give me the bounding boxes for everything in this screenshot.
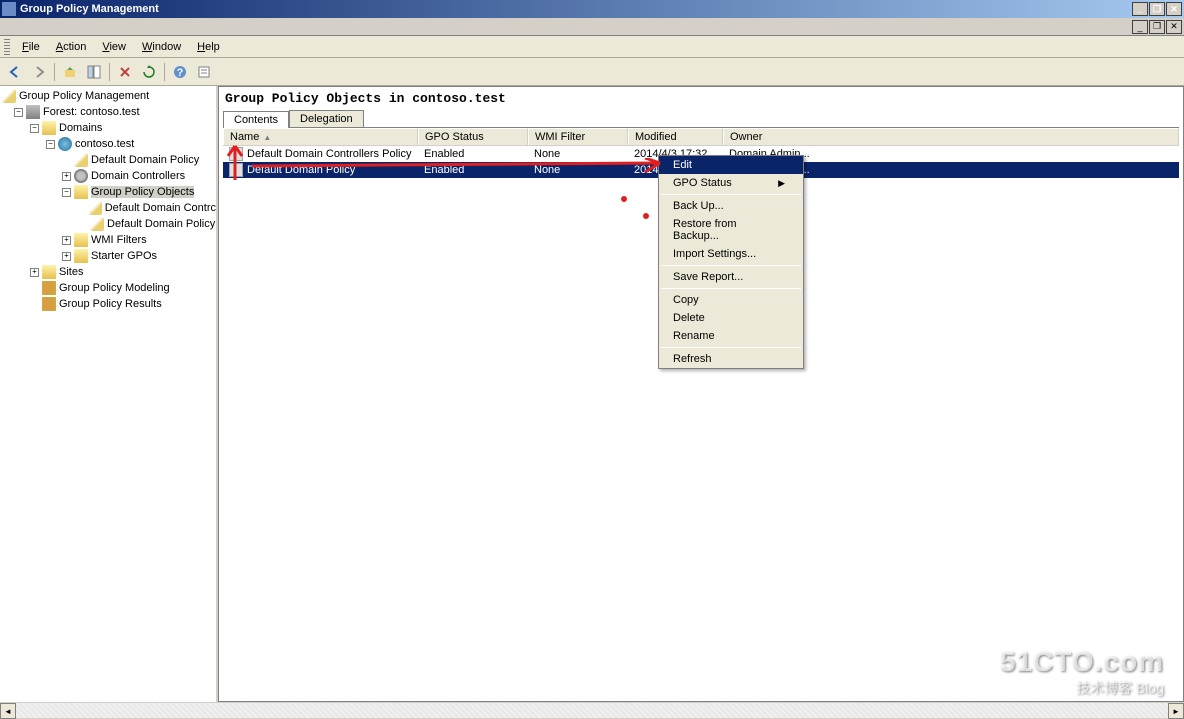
col-name[interactable]: Name▲ xyxy=(223,128,418,145)
ctx-import[interactable]: Import Settings... xyxy=(659,245,803,263)
scroll-right-button[interactable]: ► xyxy=(1168,703,1184,719)
menu-window[interactable]: Window xyxy=(134,38,189,56)
show-tree-button[interactable] xyxy=(83,61,105,83)
tree-default-domain-policy-2[interactable]: Default Domain Policy xyxy=(0,216,216,232)
tree-pane[interactable]: Group Policy Management −Forest: contoso… xyxy=(0,86,218,702)
ctx-edit[interactable]: Edit xyxy=(659,156,803,174)
ctx-backup[interactable]: Back Up... xyxy=(659,197,803,215)
tree-starter-gpos[interactable]: +Starter GPOs xyxy=(0,248,216,264)
tree-default-domain-policy[interactable]: Default Domain Policy xyxy=(0,152,216,168)
forward-button[interactable] xyxy=(28,61,50,83)
ctx-gpo-status[interactable]: GPO Status▶ xyxy=(659,174,803,192)
minimize-button[interactable]: _ xyxy=(1132,2,1148,16)
back-button[interactable] xyxy=(4,61,26,83)
help-button[interactable]: ? xyxy=(169,61,191,83)
delete-button[interactable] xyxy=(114,61,136,83)
tree-forest[interactable]: −Forest: contoso.test xyxy=(0,104,216,120)
title-bar: Group Policy Management _ ❐ ✕ xyxy=(0,0,1184,18)
menu-action[interactable]: Action xyxy=(48,38,95,56)
tree-gpo-folder[interactable]: −Group Policy Objects xyxy=(0,184,216,200)
tree-wmi-filters[interactable]: +WMI Filters xyxy=(0,232,216,248)
menu-help[interactable]: Help xyxy=(189,38,228,56)
horizontal-scrollbar[interactable]: ◄ ► xyxy=(0,702,1184,718)
tree-domains[interactable]: −Domains xyxy=(0,120,216,136)
refresh-button[interactable] xyxy=(138,61,160,83)
mdi-minimize-button[interactable]: _ xyxy=(1132,20,1148,34)
gpo-icon xyxy=(229,163,243,177)
col-modified[interactable]: Modified xyxy=(628,128,723,145)
tree-modeling[interactable]: Group Policy Modeling xyxy=(0,280,216,296)
maximize-button[interactable]: ❐ xyxy=(1149,2,1165,16)
mdi-close-button[interactable]: ✕ xyxy=(1166,20,1182,34)
watermark: 51CTO.com 技术博客 Blog xyxy=(1000,646,1164,698)
ctx-delete[interactable]: Delete xyxy=(659,309,803,327)
app-icon xyxy=(2,2,16,16)
ctx-separator xyxy=(661,194,801,195)
col-owner[interactable]: Owner xyxy=(723,128,1179,145)
tab-contents[interactable]: Contents xyxy=(223,111,289,128)
toolbar: ? xyxy=(0,58,1184,86)
context-menu: Edit GPO Status▶ Back Up... Restore from… xyxy=(658,155,804,369)
menu-bar: File Action View Window Help xyxy=(0,36,1184,58)
content-heading: Group Policy Objects in contoso.test xyxy=(219,87,1183,110)
properties-button[interactable] xyxy=(193,61,215,83)
tree-default-domain-controllers[interactable]: Default Domain Contrc xyxy=(0,200,216,216)
ctx-separator xyxy=(661,265,801,266)
tree-sites[interactable]: +Sites xyxy=(0,264,216,280)
tab-delegation[interactable]: Delegation xyxy=(289,110,364,127)
mdi-controls: _ ❐ ✕ xyxy=(0,18,1184,36)
tree-results[interactable]: Group Policy Results xyxy=(0,296,216,312)
ctx-save-report[interactable]: Save Report... xyxy=(659,268,803,286)
ctx-separator xyxy=(661,288,801,289)
up-button[interactable] xyxy=(59,61,81,83)
menu-file[interactable]: File xyxy=(14,38,48,56)
menu-view[interactable]: View xyxy=(94,38,134,56)
col-wmi[interactable]: WMI Filter xyxy=(528,128,628,145)
tree-domain[interactable]: −contoso.test xyxy=(0,136,216,152)
tree-root[interactable]: Group Policy Management xyxy=(0,88,216,104)
col-status[interactable]: GPO Status xyxy=(418,128,528,145)
ctx-separator xyxy=(661,347,801,348)
gpo-icon xyxy=(229,147,243,161)
scroll-left-button[interactable]: ◄ xyxy=(0,703,16,719)
ctx-restore[interactable]: Restore from Backup... xyxy=(659,215,803,245)
window-title: Group Policy Management xyxy=(20,3,159,15)
mdi-restore-button[interactable]: ❐ xyxy=(1149,20,1165,34)
tree-domain-controllers[interactable]: +Domain Controllers xyxy=(0,168,216,184)
submenu-arrow-icon: ▶ xyxy=(778,178,785,189)
tab-strip: Contents Delegation xyxy=(219,110,1183,127)
sort-asc-icon: ▲ xyxy=(263,133,271,142)
ctx-rename[interactable]: Rename xyxy=(659,327,803,345)
close-button[interactable]: ✕ xyxy=(1166,2,1182,16)
grid-header: Name▲ GPO Status WMI Filter Modified Own… xyxy=(223,128,1179,146)
ctx-copy[interactable]: Copy xyxy=(659,291,803,309)
menu-handle-icon xyxy=(4,39,10,55)
svg-text:?: ? xyxy=(177,67,184,79)
ctx-refresh[interactable]: Refresh xyxy=(659,350,803,368)
